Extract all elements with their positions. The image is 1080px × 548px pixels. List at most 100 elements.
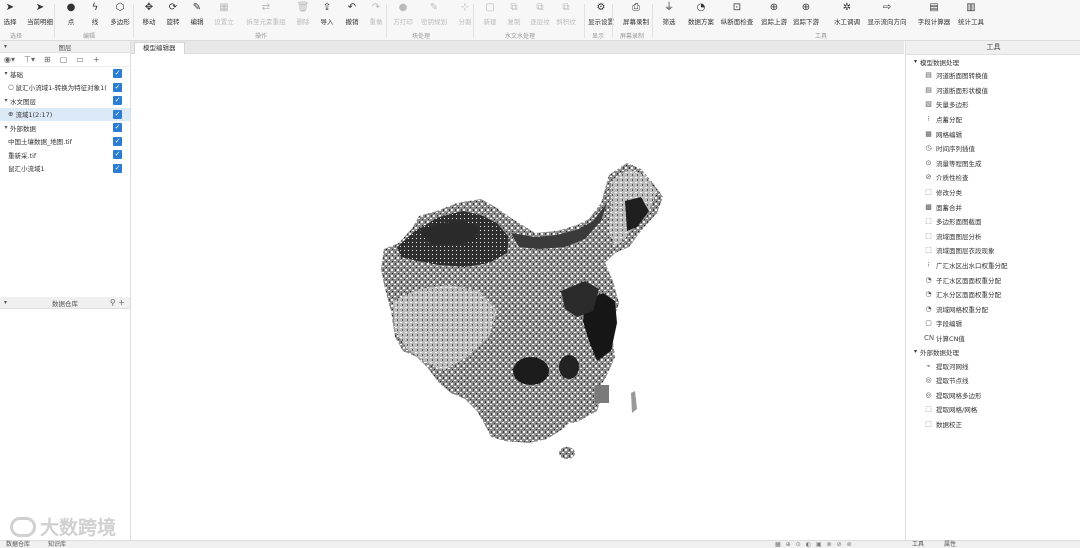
layer-label: 基础 xyxy=(10,70,23,79)
add-icon[interactable]: + xyxy=(118,298,125,307)
import-button[interactable]: ⇪ 导入 xyxy=(313,1,341,30)
attr1-button[interactable]: ⧉ 逐层纹 xyxy=(526,1,554,30)
tool-item[interactable]: ⊘ 介质性检查 xyxy=(906,170,1080,185)
tool-icon: ⁝ xyxy=(927,261,930,270)
print-button[interactable]: ● 方打印 xyxy=(389,1,417,30)
flow-direction-button[interactable]: ⇨ 显示流向方向 xyxy=(868,1,907,30)
current-select-button[interactable]: ➤ 当前明细 xyxy=(26,1,54,30)
hydraulic-label: 水工调调 xyxy=(834,18,860,26)
tool-item[interactable]: ⊙ 流量等程图生成 xyxy=(906,156,1080,171)
tool-item[interactable]: ⁝ 广汇水区出水口权重分配 xyxy=(906,258,1080,273)
tool-item[interactable]: ⬚ 流域面图层分析 xyxy=(906,229,1080,244)
tool-item[interactable]: ⬚ 提取网格/网格 xyxy=(906,402,1080,417)
layer-visibility-checkbox[interactable]: ✓ xyxy=(113,109,122,119)
tool-item[interactable]: ▢ 字段编辑 xyxy=(906,316,1080,331)
profile-check-button[interactable]: ⊡ 纵断面检查 xyxy=(721,1,754,30)
tools-panel: 工具 ▾ 模型数据处理 ▤ 河道断面图转换值 ▤ 河道断面形状模值 ▧ 矢量多边形 ⁝ 点蓄分配 ▦… xyxy=(905,41,1080,547)
layer-visibility-checkbox[interactable]: ✓ xyxy=(113,69,122,78)
tool-category[interactable]: ▾ 外部数据处理 xyxy=(906,345,1080,358)
divide-button[interactable]: ⊹ 分割 xyxy=(451,1,479,30)
tool-item[interactable]: ◔ 流域网格权重分配 xyxy=(906,302,1080,317)
polygon-button[interactable]: ⬡ 多边形 xyxy=(106,1,134,30)
tool-item[interactable]: ⬚ 流域面图层衣段现象 xyxy=(906,243,1080,258)
layer-tree-item[interactable]: ⊕ 流域1(2:17) ✓ xyxy=(0,107,130,121)
layers-panel-header: ▾ 图层 xyxy=(0,41,130,53)
search-icon[interactable]: ⚲ xyxy=(110,298,116,307)
tool-item[interactable]: ▤ 河道断面图转换值 xyxy=(906,68,1080,83)
layer-visibility-checkbox[interactable]: ✓ xyxy=(113,136,122,146)
filter-button[interactable]: ⏚ 筛选 xyxy=(655,1,683,30)
trace-down-button[interactable]: ⊕ 追踪下游 xyxy=(792,1,820,30)
new-layer-icon[interactable]: ▢ xyxy=(60,55,68,64)
layer-tree-item[interactable]: ▾ 基础 ✓ xyxy=(0,67,130,81)
profile-icon: ⊡ xyxy=(732,2,742,13)
tool-item[interactable]: ◷ 时间序列插值 xyxy=(906,141,1080,156)
layer-visibility-checkbox[interactable]: ✓ xyxy=(113,82,122,92)
copy-button[interactable]: ⧉ 复制 xyxy=(500,1,528,30)
tool-icon: ⬚ xyxy=(925,217,932,226)
display-settings-button[interactable]: ⚙ 显示设置 xyxy=(587,1,615,30)
setting-button[interactable]: ▦ 设置立 xyxy=(210,1,238,30)
expand-arrow-icon[interactable]: ▾ xyxy=(2,70,10,77)
tool-icon: ▤ xyxy=(925,71,932,80)
tool-item[interactable]: ▤ 河道断面形状模值 xyxy=(906,83,1080,98)
layer-visibility-checkbox[interactable]: ✓ xyxy=(113,96,122,105)
data-scheme-button[interactable]: ◔ 数据方案 xyxy=(687,1,715,30)
layer-tree-item[interactable]: 重新采.tif ✓ xyxy=(0,148,130,162)
eye-icon[interactable]: ◉▾ xyxy=(4,55,15,64)
tool-item[interactable]: ⁝ 点蓄分配 xyxy=(906,112,1080,127)
arrows-lr-icon: ⇄ xyxy=(261,2,271,13)
expand-arrow-icon[interactable]: ▾ xyxy=(2,97,10,104)
trace-up-button[interactable]: ⊕ 追踪上游 xyxy=(760,1,788,30)
filter-icon[interactable]: ⊤▾ xyxy=(24,55,35,64)
tool-item[interactable]: ◔ 子汇水区面面权重分配 xyxy=(906,272,1080,287)
layer-visibility-checkbox[interactable]: ✓ xyxy=(113,150,122,159)
group-icon[interactable]: ⊞ xyxy=(44,55,51,64)
layer-visibility-checkbox[interactable]: ✓ xyxy=(113,163,122,173)
tool-category-label: 外部数据处理 xyxy=(920,348,960,357)
tool-item[interactable]: ⌁ 提取河网线 xyxy=(906,358,1080,373)
bar-chart-icon: ▥ xyxy=(966,2,976,13)
tab-model-editor[interactable]: 模型编辑器 xyxy=(134,42,185,54)
layer-label: 外部数据 xyxy=(10,124,36,133)
hydraulic-button[interactable]: ✲ 水工调调 xyxy=(833,1,861,30)
layer-visibility-checkbox[interactable]: ✓ xyxy=(113,123,122,132)
tool-category[interactable]: ▾ 模型数据处理 xyxy=(906,55,1080,68)
layer-tree-item[interactable]: ▾ 外部数据 ✓ xyxy=(0,121,130,135)
line-button[interactable]: ϟ线 xyxy=(81,1,109,30)
tool-item[interactable]: ⬚ 多边形面图截面 xyxy=(906,214,1080,229)
edit-button[interactable]: ✎ 编辑 xyxy=(183,1,211,30)
tool-item[interactable]: ▩ 面蓄合并 xyxy=(906,199,1080,214)
tool-item[interactable]: ⬚ 数据校正 xyxy=(906,417,1080,432)
tool-item[interactable]: ▦ 网格编辑 xyxy=(906,126,1080,141)
point-label: 点 xyxy=(67,18,75,26)
arrow-cursor-icon: ➤ xyxy=(5,2,15,13)
select-button[interactable]: ➤ 选择 xyxy=(0,1,24,30)
edit-compute-button[interactable]: ✎ 密钥规划 xyxy=(420,1,448,30)
attr2-button[interactable]: ⧉ 斜积纹 xyxy=(552,1,580,30)
layer-tree-item[interactable]: ○ 鼠汇小流域1-转换为特征对象1(✓ xyxy=(0,81,130,95)
layer-tree-item[interactable]: 中国土壤数据_地图.tif ✓ xyxy=(0,135,130,149)
copy-icon: ⧉ xyxy=(562,2,570,13)
tool-item[interactable]: ◎ 提取节点线 xyxy=(906,373,1080,388)
tool-item[interactable]: ◎ 提取网格多边形 xyxy=(906,387,1080,402)
screen-record-button[interactable]: ⎙ 屏幕录制 xyxy=(622,1,650,30)
field-calculator-button[interactable]: ▤ 字段计算器 xyxy=(918,1,951,30)
tool-item[interactable]: ▧ 矢量多边形 xyxy=(906,97,1080,112)
delete-icon[interactable]: ▭ xyxy=(76,55,84,64)
split-merge-button[interactable]: ⇄ 拆至元素重组 xyxy=(247,1,286,30)
tool-item[interactable]: ⬚ 修改分类 xyxy=(906,185,1080,200)
layer-tree-item[interactable]: 鼠汇小流域1 ✓ xyxy=(0,162,130,176)
layer-tree-item[interactable]: ▾ 水文图层 ✓ xyxy=(0,94,130,108)
tool-item[interactable]: CN 计算CN值 xyxy=(906,331,1080,346)
tool-icon: ⬚ xyxy=(925,246,932,255)
pencil-icon: ✎ xyxy=(192,2,202,13)
statistics-button[interactable]: ▥ 统计工具 xyxy=(957,1,985,30)
expand-arrow-icon: ▾ xyxy=(914,348,918,356)
tool-item[interactable]: ◔ 汇水分区面面权重分配 xyxy=(906,287,1080,302)
layer-label: 流域1(2:17) xyxy=(15,111,53,120)
trash-icon: 🗑 xyxy=(296,2,310,13)
map-canvas[interactable] xyxy=(131,54,904,540)
add-icon[interactable]: + xyxy=(93,55,100,64)
expand-arrow-icon[interactable]: ▾ xyxy=(2,124,10,131)
